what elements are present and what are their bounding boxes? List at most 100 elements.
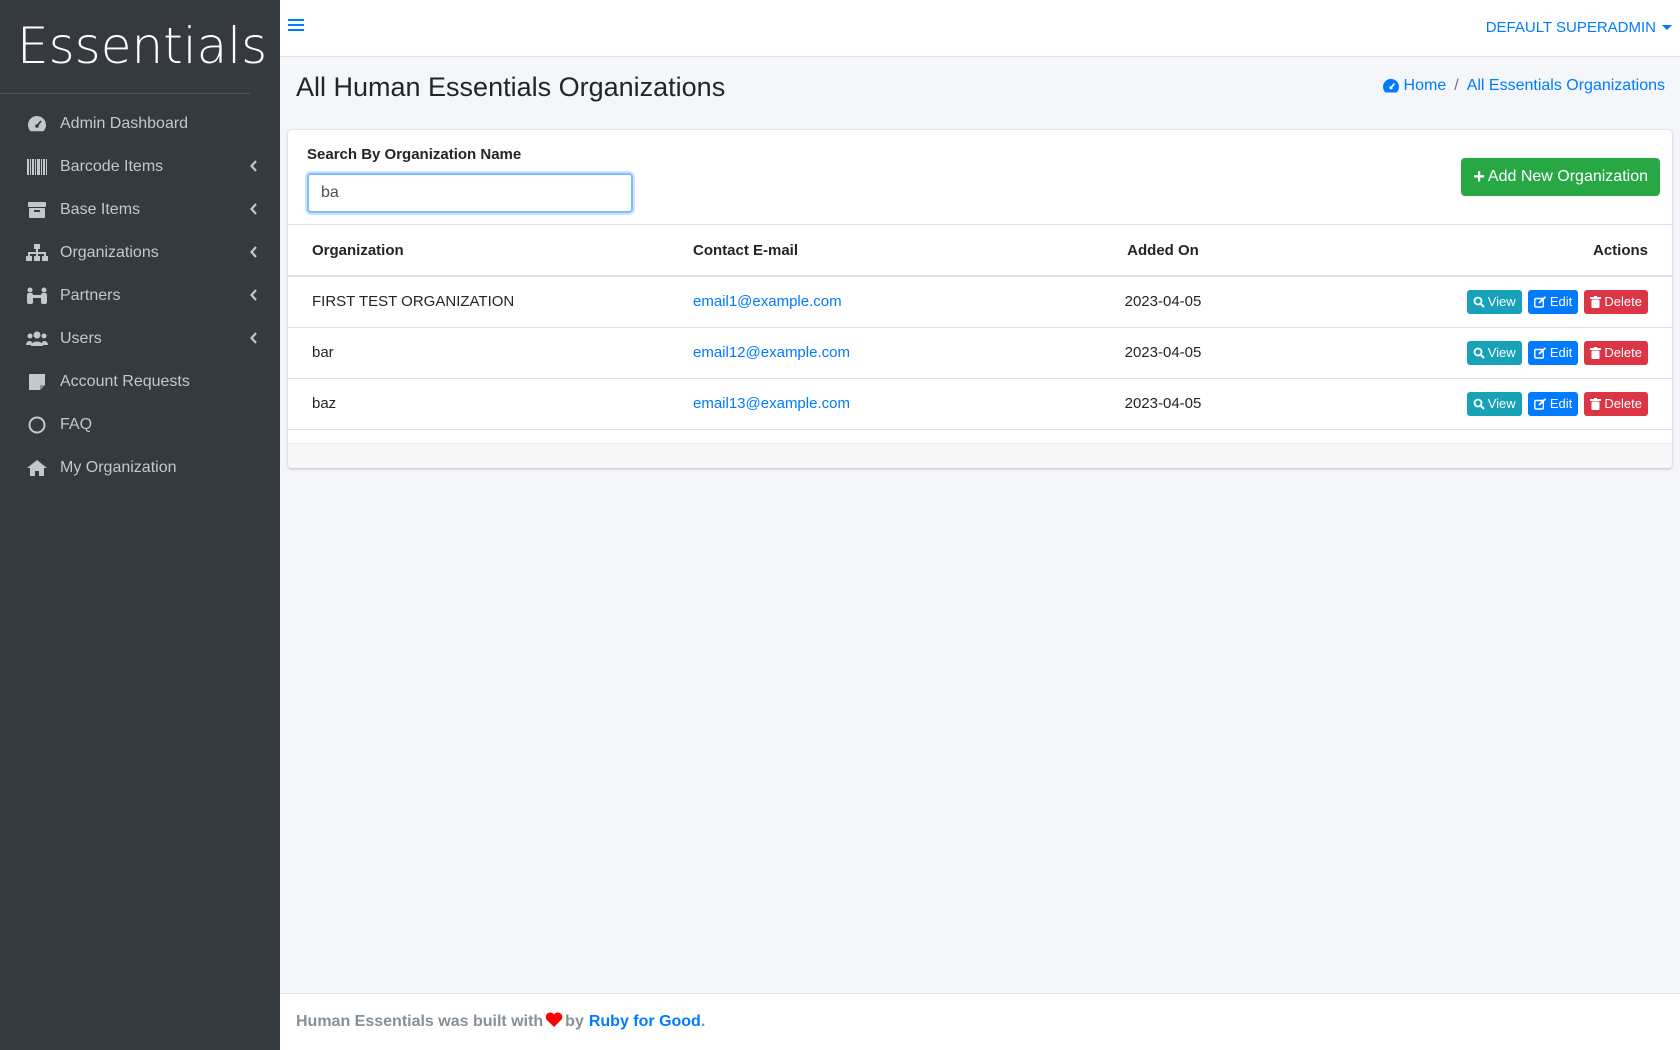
- chevron-left-icon: [250, 159, 258, 176]
- edit-label: Edit: [1549, 345, 1573, 360]
- delete-label: Delete: [1604, 396, 1642, 411]
- table-row: FIRST TEST ORGANIZATION email1@example.c…: [288, 276, 1672, 328]
- plus-icon: +: [1473, 166, 1485, 188]
- column-header-email[interactable]: Contact E-mail: [693, 225, 1088, 277]
- sitemap-icon: [26, 243, 48, 263]
- trash-icon: [1590, 397, 1602, 410]
- edit-label: Edit: [1549, 396, 1573, 411]
- delete-button[interactable]: Delete: [1584, 340, 1648, 365]
- contact-email-link[interactable]: email1@example.com: [693, 293, 842, 310]
- contact-email-link[interactable]: email13@example.com: [693, 395, 850, 412]
- sidebar-item-account-requests[interactable]: Account Requests: [0, 360, 280, 403]
- sidebar-item-label: Barcode Items: [60, 157, 164, 175]
- breadcrumb-home[interactable]: Home: [1382, 77, 1447, 95]
- delete-label: Delete: [1604, 294, 1642, 310]
- sidebar-nav: Admin Dashboard Barcode Items Base Items…: [0, 94, 280, 489]
- edit-button[interactable]: Edit: [1527, 391, 1579, 416]
- organizations-card: Search By Organization Name + Add New Or…: [288, 130, 1672, 468]
- organization-name: baz: [288, 378, 693, 430]
- barcode-icon: [26, 157, 48, 177]
- sidebar-item-label: Admin Dashboard: [60, 114, 189, 132]
- search-label: Search By Organization Name: [307, 146, 522, 163]
- footer-prefix: Human Essentials was built with: [296, 1013, 544, 1030]
- view-button[interactable]: View: [1466, 391, 1522, 416]
- breadcrumb: Home / All Essentials Organizations: [1382, 77, 1665, 95]
- note-icon: [26, 372, 48, 392]
- column-header-actions: Actions: [1238, 225, 1672, 277]
- search-icon: [1473, 296, 1485, 308]
- sidebar-item-label: Base Items: [60, 200, 141, 218]
- sidebar-item-partners[interactable]: Partners: [0, 274, 280, 317]
- table-header-row: Organization Contact E-mail Added On Act…: [288, 225, 1672, 277]
- trash-icon: [1590, 346, 1602, 359]
- breadcrumb-home-label: Home: [1403, 77, 1447, 94]
- sidebar-item-base-items[interactable]: Base Items: [0, 188, 280, 231]
- sidebar-item-faq[interactable]: FAQ: [0, 403, 280, 446]
- edit-icon: [1533, 397, 1546, 410]
- column-header-organization[interactable]: Organization: [288, 225, 693, 277]
- sidebar-item-label: My Organization: [60, 458, 177, 476]
- edit-label: Edit: [1549, 294, 1573, 310]
- user-dropdown[interactable]: DEFAULT SUPERADMIN: [1486, 19, 1672, 36]
- breadcrumb-current[interactable]: All Essentials Organizations: [1467, 77, 1665, 95]
- partners-icon: [26, 286, 48, 306]
- edit-button[interactable]: Edit: [1527, 340, 1579, 365]
- contact-email-link[interactable]: email12@example.com: [693, 344, 850, 361]
- page-footer: Human Essentials was built with by Ruby …: [280, 993, 1680, 1050]
- table-row: bar email12@example.com 2023-04-05 View …: [288, 327, 1672, 379]
- card-header: Search By Organization Name + Add New Or…: [288, 130, 1672, 225]
- sidebar-item-label: Organizations: [60, 243, 159, 261]
- tachometer-icon: [1382, 78, 1400, 94]
- row-actions: View Edit Delete: [1238, 378, 1672, 430]
- sidebar-item-label: Account Requests: [60, 372, 190, 390]
- table-row: baz email13@example.com 2023-04-05 View …: [288, 378, 1672, 430]
- box-icon: [26, 200, 48, 220]
- circle-icon: [26, 415, 48, 435]
- edit-button[interactable]: Edit: [1527, 289, 1579, 314]
- top-navbar: DEFAULT SUPERADMIN: [280, 0, 1680, 57]
- ruby-for-good-link[interactable]: Ruby for Good: [589, 1013, 701, 1031]
- caret-down-icon: [1662, 25, 1672, 30]
- brand-name: Essentials: [17, 17, 268, 75]
- page-title: All Human Essentials Organizations: [296, 72, 726, 102]
- added-on-date: 2023-04-05: [1088, 276, 1238, 328]
- chevron-left-icon: [250, 202, 258, 219]
- delete-label: Delete: [1604, 345, 1642, 360]
- sidebar-item-organizations[interactable]: Organizations: [0, 231, 280, 274]
- view-button[interactable]: View: [1466, 340, 1522, 365]
- sidebar: Essentials Admin Dashboard Barcode Items…: [0, 0, 280, 1050]
- organization-name: FIRST TEST ORGANIZATION: [288, 276, 693, 328]
- column-header-added-on[interactable]: Added On: [1088, 225, 1238, 277]
- chevron-left-icon: [250, 288, 258, 305]
- hamburger-menu-icon[interactable]: [288, 18, 306, 38]
- organization-name: bar: [288, 327, 693, 379]
- add-button-label: Add New Organization: [1487, 168, 1648, 185]
- sidebar-item-my-organization[interactable]: My Organization: [0, 446, 280, 489]
- sidebar-item-label: Users: [60, 329, 102, 347]
- sidebar-item-admin-dashboard[interactable]: Admin Dashboard: [0, 102, 280, 145]
- edit-icon: [1533, 295, 1546, 308]
- sidebar-item-users[interactable]: Users: [0, 317, 280, 360]
- row-actions: View Edit Delete: [1238, 327, 1672, 379]
- row-actions: View Edit Delete: [1238, 276, 1672, 328]
- users-icon: [26, 329, 48, 349]
- home-icon: [26, 458, 48, 478]
- chevron-left-icon: [250, 245, 258, 262]
- add-new-organization-button[interactable]: + Add New Organization: [1461, 158, 1660, 196]
- edit-icon: [1533, 346, 1546, 359]
- delete-button[interactable]: Delete: [1584, 289, 1648, 314]
- sidebar-item-label: Partners: [60, 286, 121, 304]
- sidebar-item-barcode-items[interactable]: Barcode Items: [0, 145, 280, 188]
- view-label: View: [1487, 294, 1516, 310]
- search-input[interactable]: [307, 173, 633, 213]
- organizations-table: Organization Contact E-mail Added On Act…: [288, 225, 1672, 430]
- footer-suffix: .: [700, 1013, 706, 1030]
- user-name: DEFAULT SUPERADMIN: [1485, 19, 1656, 36]
- chevron-left-icon: [250, 331, 258, 348]
- view-button[interactable]: View: [1466, 289, 1522, 314]
- delete-button[interactable]: Delete: [1584, 391, 1648, 416]
- added-on-date: 2023-04-05: [1088, 378, 1238, 430]
- brand-logo[interactable]: Essentials: [0, 0, 267, 94]
- card-footer: [288, 443, 1672, 468]
- sidebar-item-label: FAQ: [60, 415, 93, 433]
